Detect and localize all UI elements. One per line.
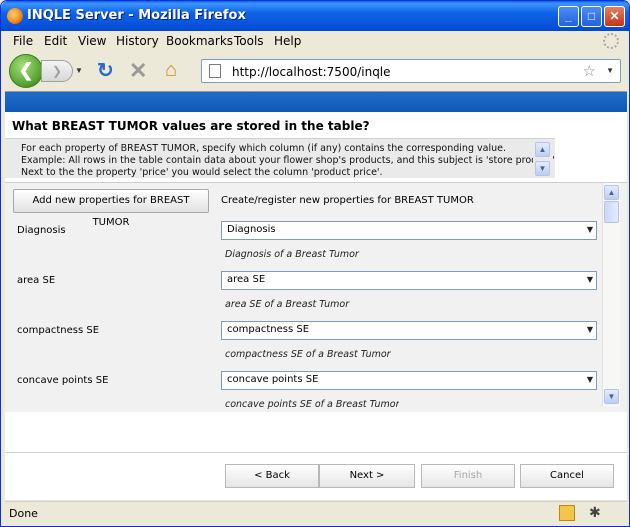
bug-icon[interactable]: ✱ [589,504,601,521]
url-bar[interactable]: http://localhost:7500/inqle ☆ ▼ [201,59,621,83]
back-button[interactable]: < Back [225,464,319,488]
instruction-line: Next to the the property 'price' you wou… [21,167,383,178]
url-dropdown-icon[interactable]: ▼ [606,66,614,75]
status-bar: Done ✱ [5,501,627,524]
select-value: area SE [227,274,266,285]
chevron-down-icon[interactable]: ▼ [587,325,593,334]
browser-window: INQLE Server - Mozilla Firefox _ □ ✕ Fil… [0,0,630,527]
property-description: compactness SE of a Breast Tumor [225,349,391,360]
menu-edit[interactable]: Edit [44,34,67,48]
instructions-scrollbar[interactable]: ▲ ▼ [533,140,553,178]
select-value: concave points SE [227,374,319,385]
finish-button[interactable]: Finish [421,464,515,488]
title-bar[interactable]: INQLE Server - Mozilla Firefox _ □ ✕ [1,1,629,31]
url-text[interactable]: http://localhost:7500/inqle [232,65,391,79]
instruction-line: For each property of BREAST TUMOR, speci… [21,143,506,154]
back-icon[interactable]: ❮ [9,54,43,88]
scroll-up-icon[interactable]: ▲ [535,142,550,157]
minimize-button[interactable]: _ [558,6,579,27]
menu-bookmarks[interactable]: Bookmarks [166,34,233,48]
chevron-down-icon[interactable]: ▼ [587,225,593,234]
instructions-box: For each property of BREAST TUMOR, speci… [5,138,555,178]
scroll-down-icon[interactable]: ▼ [604,389,619,404]
next-button[interactable]: Next > [319,464,415,488]
divider [5,452,627,453]
notes-icon[interactable] [559,505,575,521]
scroll-thumb[interactable] [604,201,619,223]
bookmark-star-icon[interactable]: ☆ [583,62,596,80]
page-icon [209,64,221,78]
page-content: What BREAST TUMOR values are stored in t… [5,91,627,500]
forward-icon[interactable]: ❯ [41,60,73,82]
menu-history[interactable]: History [116,34,159,48]
select-value: compactness SE [227,324,310,335]
property-label: Diagnosis [17,225,66,236]
column-select[interactable]: concave points SE ▼ [221,371,597,390]
chevron-down-icon[interactable]: ▼ [587,375,593,384]
properties-form: Add new properties for BREAST TUMOR Crea… [5,182,627,412]
chevron-down-icon[interactable]: ▼ [587,275,593,284]
column-select[interactable]: compactness SE ▼ [221,321,597,340]
add-properties-description: Create/register new properties for BREAS… [221,195,474,206]
form-scrollbar[interactable]: ▲ ▼ [602,183,620,407]
column-select[interactable]: area SE ▼ [221,271,597,290]
status-text: Done [9,507,38,520]
history-dropdown-icon[interactable]: ▼ [73,60,85,82]
property-description: area SE of a Breast Tumor [225,299,350,310]
header-band [5,92,627,112]
add-properties-button[interactable]: Add new properties for BREAST TUMOR [13,189,209,228]
column-select[interactable]: Diagnosis ▼ [221,221,597,240]
property-label: concave points SE [17,375,109,386]
property-label: compactness SE [17,325,100,336]
firefox-icon [7,8,23,24]
menu-view[interactable]: View [78,34,106,48]
navigation-toolbar: ❮ ❯ ▼ ↻ ✕ ⌂ http://localhost:7500/inqle … [5,51,627,91]
stop-icon[interactable]: ✕ [129,60,147,82]
throbber-icon [603,33,619,49]
cancel-button[interactable]: Cancel [520,464,614,488]
property-description: concave points SE of a Breast Tumor [225,399,400,409]
reload-icon[interactable]: ↻ [97,61,114,81]
menu-file[interactable]: File [13,34,33,48]
page-question: What BREAST TUMOR values are stored in t… [12,119,370,133]
instruction-line: Example: All rows in the table contain d… [21,155,555,166]
menu-tools[interactable]: Tools [234,34,264,48]
property-label: area SE [17,275,56,286]
menu-help[interactable]: Help [274,34,301,48]
home-icon[interactable]: ⌂ [165,59,177,81]
window-title: INQLE Server - Mozilla Firefox [27,8,246,23]
scroll-down-icon[interactable]: ▼ [535,161,550,176]
close-button[interactable]: ✕ [604,6,625,27]
scroll-up-icon[interactable]: ▲ [604,185,619,200]
maximize-button[interactable]: □ [581,6,602,27]
menu-bar: File Edit View History Bookmarks Tools H… [5,31,627,51]
select-value: Diagnosis [227,224,276,235]
property-description: Diagnosis of a Breast Tumor [225,249,359,260]
